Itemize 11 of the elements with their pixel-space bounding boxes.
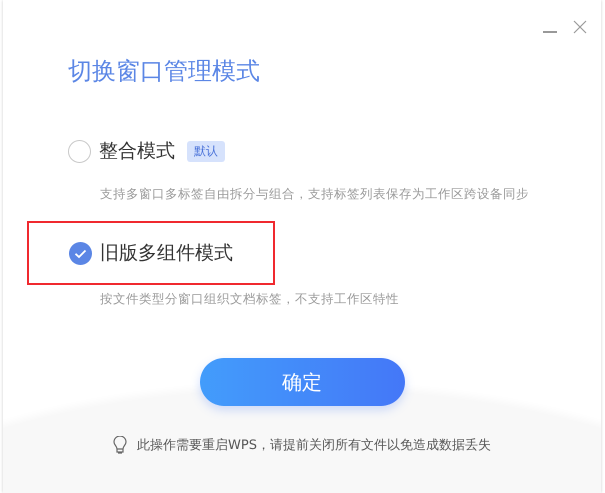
radio-button[interactable] (69, 242, 92, 264)
option-label[interactable]: 整合模式 (99, 138, 175, 164)
notice-text: 此操作需要重启WPS，请提前关闭所有文件以免造成数据丢失 (137, 437, 491, 454)
close-icon[interactable] (573, 20, 587, 34)
option-description: 按文件类型分窗口组织文档标签，不支持工作区特性 (100, 291, 400, 308)
radio-button[interactable] (68, 140, 91, 162)
option-description: 支持多窗口多标签自由拆分与组合，支持标签列表保存为工作区跨设备同步 (100, 186, 530, 203)
option-label[interactable]: 旧版多组件模式 (100, 240, 233, 266)
lightbulb-icon (113, 436, 128, 454)
default-badge: 默认 (187, 140, 225, 162)
dialog-title: 切换窗口管理模式 (68, 56, 261, 86)
